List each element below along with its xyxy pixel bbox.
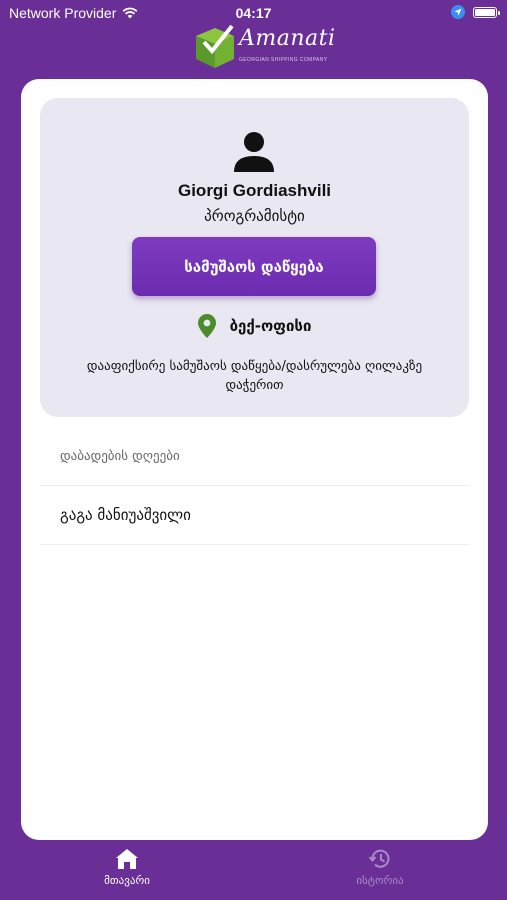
start-work-button[interactable]: სამუშაოს დაწყება — [132, 237, 376, 296]
amanati-logo: Amanati GEORGIAN SHIPPING COMPANY — [192, 22, 335, 72]
tab-history-label: ისტორია — [356, 874, 404, 887]
battery-icon — [473, 6, 500, 18]
location-label: ბექ-ოფისი — [229, 317, 312, 335]
location-pin-icon — [197, 314, 216, 338]
main-card: Giorgi Gordiashvili პროგრამისტი სამუშაოს… — [21, 79, 488, 840]
user-role: პროგრამისტი — [204, 207, 305, 225]
user-avatar-icon — [234, 132, 274, 172]
tab-home-label: მთავარი — [104, 874, 150, 887]
birthdays-header: დაბადების დღეები — [40, 427, 469, 486]
tab-bar: მთავარი ისტორია — [0, 840, 507, 900]
tab-history[interactable]: ისტორია — [320, 848, 440, 887]
history-icon — [368, 849, 390, 868]
box-logo-icon — [196, 24, 234, 68]
birthdays-list: დაბადების დღეები გაგა მანიუაშვილი — [40, 427, 469, 545]
office-location: ბექ-ოფისი — [40, 314, 469, 338]
logo-text: Amanati — [239, 26, 336, 51]
user-name: Giorgi Gordiashvili — [177, 181, 332, 200]
tab-home[interactable]: მთავარი — [67, 848, 187, 887]
profile-panel: Giorgi Gordiashvili პროგრამისტი სამუშაოს… — [40, 98, 469, 417]
home-icon — [116, 849, 138, 869]
instruction-text: დააფიქსირე სამუშაოს დაწყება/დასრულება ღი… — [86, 359, 423, 393]
list-item[interactable]: გაგა მანიუაშვილი — [40, 486, 469, 545]
logo-subtitle: GEORGIAN SHIPPING COMPANY — [239, 57, 328, 63]
location-arrow-icon — [451, 5, 465, 19]
status-time: 04:17 — [235, 5, 272, 21]
